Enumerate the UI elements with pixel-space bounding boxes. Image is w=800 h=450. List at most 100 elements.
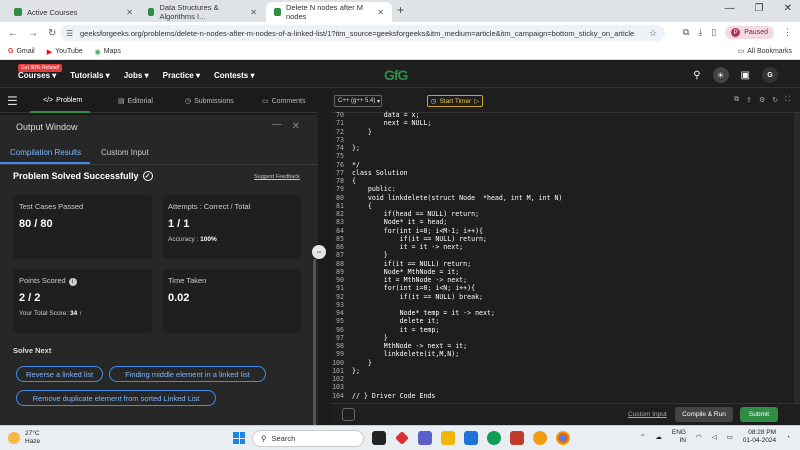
submit-button[interactable]: Submit: [740, 407, 778, 422]
code-line[interactable]: 86 it = it -> next;: [332, 243, 794, 251]
chevron-up-icon[interactable]: ⌃: [640, 433, 645, 441]
reload-icon[interactable]: ↻: [48, 28, 56, 39]
theme-toggle-icon[interactable]: ☀: [712, 67, 729, 83]
code-line[interactable]: 103: [332, 383, 794, 391]
solve-next-middle-element[interactable]: Finding middle element in a linked list: [109, 366, 266, 382]
tab-submissions[interactable]: ◷ Submissions: [185, 97, 234, 106]
close-window-icon[interactable]: ✕: [784, 3, 792, 14]
ai-chat-button[interactable]: [342, 408, 355, 421]
compile-run-button[interactable]: Compile & Run: [675, 407, 733, 422]
code-line[interactable]: 92 if(it == NULL) break;: [332, 293, 794, 301]
store-icon[interactable]: [464, 431, 478, 445]
upload-icon[interactable]: ⇪: [746, 96, 752, 104]
nav-tutorials[interactable]: Tutorials ▾: [70, 71, 109, 80]
code-line[interactable]: 75: [332, 152, 794, 160]
notifications-icon[interactable]: ◔: [786, 434, 790, 441]
start-timer-button[interactable]: ◷ Start Timer ▷: [427, 95, 483, 107]
code-line[interactable]: 97 }: [332, 334, 794, 342]
nav-jobs[interactable]: Jobs ▾: [124, 71, 149, 80]
code-line[interactable]: 83 Node* it = head;: [332, 218, 794, 226]
code-line[interactable]: 98 MthNode -> next = it;: [332, 342, 794, 350]
fullscreen-icon[interactable]: ⛶: [785, 96, 790, 104]
tab-custom-input[interactable]: Custom Input: [101, 148, 149, 157]
browser-tab-delete-nodes[interactable]: Delete N nodes after M nodes ✕: [266, 2, 392, 22]
code-line[interactable]: 104 // } Driver Code Ends: [332, 392, 794, 400]
code-line[interactable]: 76 */: [332, 161, 794, 169]
copy-icon[interactable]: ⧉: [734, 96, 739, 104]
app-orange-icon[interactable]: [533, 431, 547, 445]
close-tab-icon[interactable]: ✕: [126, 8, 133, 17]
code-line[interactable]: 89 Node* MthNode = it;: [332, 268, 794, 276]
left-scrollbar[interactable]: [313, 259, 316, 439]
task-view-icon[interactable]: [372, 431, 386, 445]
solve-next-remove-duplicates[interactable]: Remove duplicate element from sorted Lin…: [16, 390, 216, 406]
suggest-feedback-link[interactable]: Suggest Feedback: [254, 174, 300, 180]
bookmark-maps[interactable]: ◉ Maps: [95, 48, 121, 56]
url-field[interactable]: ☰ geeksforgeeks.org/problems/delete-n-no…: [60, 25, 665, 41]
app-red-diamond-icon[interactable]: [395, 431, 409, 445]
new-tab-icon[interactable]: +: [397, 3, 404, 17]
hamburger-menu-icon[interactable]: ☰: [7, 94, 18, 108]
menu-kebab-icon[interactable]: ⋮: [783, 27, 792, 38]
profile-card-icon[interactable]: ▣: [741, 70, 750, 81]
user-avatar[interactable]: G: [762, 67, 778, 83]
bookmark-youtube[interactable]: ▶ YouTube: [47, 48, 83, 56]
nav-contests[interactable]: Contests ▾: [214, 71, 254, 80]
reset-icon[interactable]: ↻: [772, 96, 778, 104]
editor-scrollbar[interactable]: [794, 113, 800, 403]
language-indicator[interactable]: ENG IN: [672, 429, 686, 445]
code-line[interactable]: 74};: [332, 144, 794, 152]
solve-next-reverse-linked-list[interactable]: Reverse a linked list: [16, 366, 103, 382]
custom-input-link[interactable]: Custom Input: [628, 411, 667, 418]
volume-icon[interactable]: ◁: [712, 433, 717, 441]
code-line[interactable]: 95 delete it;: [332, 317, 794, 325]
code-line[interactable]: 71 next = NULL;: [332, 119, 794, 127]
code-line[interactable]: 78 {: [332, 177, 794, 185]
settings-icon[interactable]: ⚙: [759, 96, 765, 104]
tab-editorial[interactable]: ▤ Editorial: [118, 97, 153, 106]
wifi-icon[interactable]: ◠: [696, 433, 702, 441]
forward-icon[interactable]: →: [28, 28, 38, 39]
maximize-icon[interactable]: ❐: [755, 3, 764, 14]
chrome-icon[interactable]: [556, 431, 570, 445]
code-line[interactable]: 88 if(it == NULL) return;: [332, 260, 794, 268]
code-line[interactable]: 101};: [332, 367, 794, 375]
browser-tab-dsa[interactable]: Data Structures & Algorithms I... ✕: [140, 2, 265, 22]
search-icon[interactable]: ⚲: [693, 70, 700, 81]
gfg-logo[interactable]: GfG: [384, 67, 408, 83]
code-line[interactable]: 70 data = x;: [332, 111, 794, 119]
nav-courses[interactable]: Courses ▾: [18, 71, 56, 80]
code-line[interactable]: 79 public:: [332, 185, 794, 193]
code-line[interactable]: 81 {: [332, 202, 794, 210]
code-line[interactable]: 99 linkdelete(it,M,N);: [332, 350, 794, 358]
teams-icon[interactable]: [418, 431, 432, 445]
code-line[interactable]: 100 }: [332, 359, 794, 367]
taskbar-search[interactable]: ⚲ Search: [252, 430, 364, 447]
code-line[interactable]: 102: [332, 375, 794, 383]
code-line[interactable]: 85 if(it == NULL) return;: [332, 235, 794, 243]
code-line[interactable]: 90 it = MthNode -> next;: [332, 276, 794, 284]
edge-icon[interactable]: [487, 431, 501, 445]
tab-comments[interactable]: ▭ Comments: [262, 97, 305, 106]
code-line[interactable]: 91 for(int i=0; i<N; i++){: [332, 284, 794, 292]
nav-practice[interactable]: Practice ▾: [163, 71, 200, 80]
bookmark-star-icon[interactable]: ☆: [649, 28, 657, 39]
code-line[interactable]: 84 for(int i=0; i<M-1; i++){: [332, 227, 794, 235]
mcafee-icon[interactable]: [510, 431, 524, 445]
site-info-icon[interactable]: ☰: [66, 29, 73, 38]
code-line[interactable]: 87 }: [332, 251, 794, 259]
close-output-icon[interactable]: ✕: [292, 121, 300, 132]
profile-button[interactable]: P Paused: [725, 26, 774, 39]
clock[interactable]: 08:28 PM 01-04-2024: [743, 429, 776, 445]
code-line[interactable]: 96 it = temp;: [332, 326, 794, 334]
language-select[interactable]: C++ (g++ 5.4) ▾: [334, 95, 382, 107]
minimize-icon[interactable]: —: [725, 3, 735, 14]
code-line[interactable]: 94 Node* temp = it -> next;: [332, 309, 794, 317]
tab-compilation-results[interactable]: Compilation Results: [10, 148, 81, 157]
code-line[interactable]: 80 void linkdelete(struct Node *head, in…: [332, 194, 794, 202]
code-line[interactable]: 72 }: [332, 128, 794, 136]
code-area[interactable]: 70 data = x; 71 next = NULL; 72 } 73 74}; 75 7…: [332, 111, 794, 401]
back-icon[interactable]: ←: [8, 28, 18, 39]
code-line[interactable]: 82 if(head == NULL) return;: [332, 210, 794, 218]
code-line[interactable]: 93: [332, 301, 794, 309]
